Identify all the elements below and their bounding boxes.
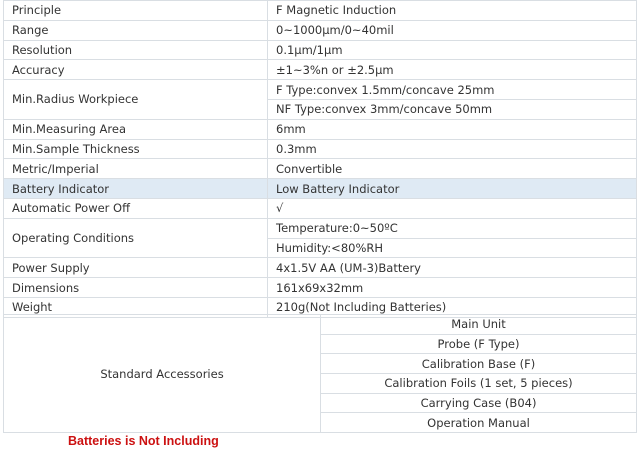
spec-value: 0.1μm/1μm bbox=[267, 39, 637, 61]
spec-row-min-radius: Min.Radius Workpiece F Type:convex 1.5mm… bbox=[3, 79, 637, 120]
spec-value: √ bbox=[267, 197, 637, 219]
spec-value: ±1~3%n or ±2.5μm bbox=[267, 59, 637, 81]
spec-value: Convertible bbox=[267, 158, 637, 180]
spec-label: Operating Conditions bbox=[3, 217, 268, 259]
spec-label: Automatic Power Off bbox=[3, 197, 268, 219]
spec-row-power-supply: Power Supply 4x1.5V AA (UM-3)Battery bbox=[3, 257, 637, 279]
spec-row-dimensions: Dimensions 161x69x32mm bbox=[3, 277, 637, 298]
spec-label: Dimensions bbox=[3, 277, 268, 298]
spec-value: 0~1000μm/0~40mil bbox=[267, 19, 637, 41]
spec-table: Principle F Magnetic Induction Range 0~1… bbox=[3, 0, 637, 318]
spec-label: Principle bbox=[3, 0, 268, 21]
accessory-item: Main Unit bbox=[320, 314, 637, 335]
spec-value: Temperature:0~50ºC bbox=[267, 217, 637, 239]
spec-label: Min.Radius Workpiece bbox=[3, 79, 268, 120]
battery-note: Batteries is Not Including bbox=[68, 434, 219, 448]
spec-value: 161x69x32mm bbox=[267, 277, 637, 298]
spec-value: NF Type:convex 3mm/concave 50mm bbox=[267, 98, 637, 120]
spec-value: 4x1.5V AA (UM-3)Battery bbox=[267, 257, 637, 279]
accessory-item: Probe (F Type) bbox=[320, 333, 637, 355]
accessory-item: Calibration Foils (1 set, 5 pieces) bbox=[320, 373, 637, 394]
accessory-row: Standard Accessories Main Unit bbox=[3, 313, 637, 434]
spec-row-battery-indicator: Battery Indicator Low Battery Indicator bbox=[3, 178, 637, 199]
spec-value: Humidity:<80%RH bbox=[267, 237, 637, 259]
spec-row-min-thickness: Min.Sample Thickness 0.3mm bbox=[3, 138, 637, 160]
spec-row-operating-conditions: Operating Conditions Temperature:0~50ºC bbox=[3, 217, 637, 259]
spec-label: Battery Indicator bbox=[3, 178, 268, 199]
spec-value: 0.3mm bbox=[267, 138, 637, 160]
spec-row-accuracy: Accuracy ±1~3%n or ±2.5μm bbox=[3, 59, 637, 81]
spec-value: 6mm bbox=[267, 118, 637, 140]
spec-row-principle: Principle F Magnetic Induction bbox=[3, 0, 637, 21]
spec-label: Resolution bbox=[3, 39, 268, 61]
spec-value: Low Battery Indicator bbox=[267, 178, 637, 199]
spec-value: F Magnetic Induction bbox=[267, 0, 637, 21]
spec-label: Min.Sample Thickness bbox=[3, 138, 268, 160]
accessories-label: Standard Accessories bbox=[3, 313, 321, 434]
spec-row-auto-power-off: Automatic Power Off √ bbox=[3, 197, 637, 219]
accessory-item: Calibration Base (F) bbox=[320, 353, 637, 375]
spec-label: Power Supply bbox=[3, 257, 268, 279]
accessories-table: Standard Accessories Main Unit Probe (F … bbox=[3, 313, 637, 434]
spec-row-metric-imperial: Metric/Imperial Convertible bbox=[3, 158, 637, 180]
spec-row-resolution: Resolution 0.1μm/1μm bbox=[3, 39, 637, 61]
accessory-item: Operation Manual bbox=[320, 412, 637, 434]
spec-row-range: Range 0~1000μm/0~40mil bbox=[3, 19, 637, 41]
spec-label: Metric/Imperial bbox=[3, 158, 268, 180]
accessory-item: Carrying Case (B04) bbox=[320, 392, 637, 414]
spec-row-min-area: Min.Measuring Area 6mm bbox=[3, 118, 637, 140]
spec-label: Range bbox=[3, 19, 268, 41]
spec-label: Min.Measuring Area bbox=[3, 118, 268, 140]
spec-label: Accuracy bbox=[3, 59, 268, 81]
spec-value: F Type:convex 1.5mm/concave 25mm bbox=[267, 79, 637, 100]
